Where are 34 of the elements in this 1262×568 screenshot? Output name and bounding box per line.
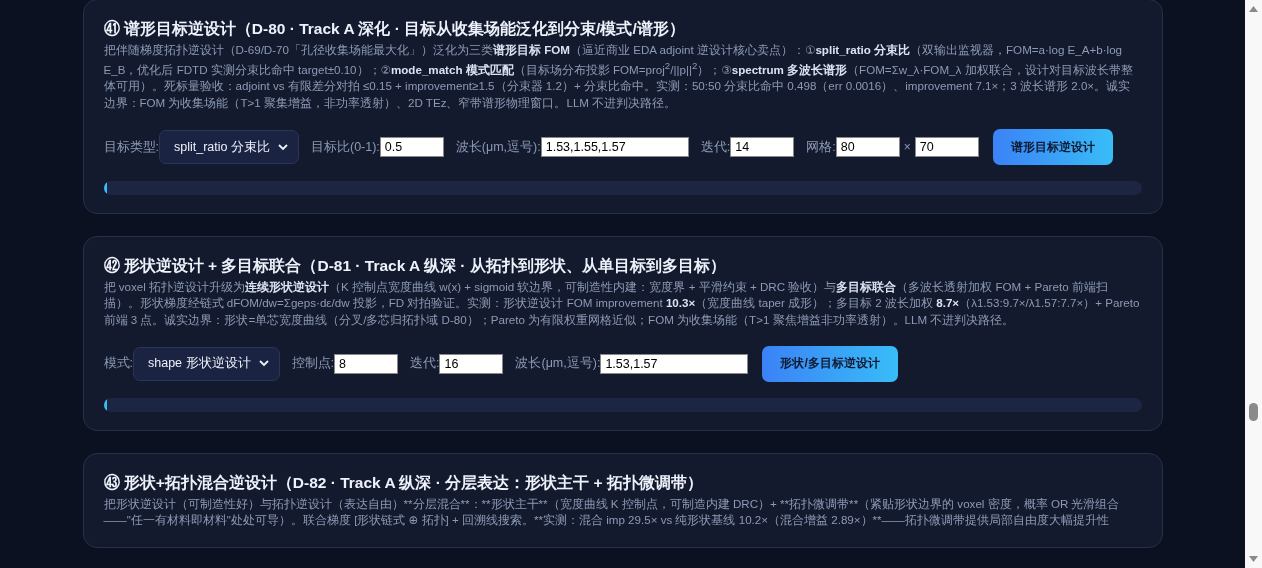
field-label: 波长(μm,逗号): (455, 138, 541, 156)
section-title: ㊷ 形状逆设计 + 多目标联合（D-81 · Track A 纵深 · 从拓扑到形状、从单目标到多目标） (103, 255, 727, 277)
input-field[interactable]: 16 (439, 353, 504, 374)
input-field[interactable]: 1.53,1.55,1.57 (540, 137, 689, 158)
section-title: ㊸ 形状+拓扑混合逆设计（D-82 · Track A 纵深 · 分层表达：形状主干 + 拓扑微调带） (103, 472, 704, 493)
run-button[interactable]: 形状/多目标逆设计 (762, 345, 898, 382)
field-label: 迭代: (700, 138, 731, 156)
section-title: ㊶ 谱形目标逆设计（D-80 · Track A 深化 · 目标从收集场能泛化到分束/模式/谱形） (103, 18, 686, 39)
input-field[interactable]: 80 (835, 137, 900, 158)
scroll-up-icon[interactable] (1249, 6, 1258, 12)
field-label: 目标类型: (103, 138, 159, 156)
section-description: 把 voxel 拓扑逆设计升级为连续形状逆设计（K 控制点宽度曲线 w(x) + sigmoid 软边界，可制造性内建：宽度界 + 平滑约束 + DRC 验收）与多目标联合（多波长透射加权 FOM + Pareto 前端扫描）。形状梯度经链式 dFOM/dw=Σgeps·dε/dw 投影，FD 对拍验证。实测：形状逆设计 FOM improvement 10.3×（宽度曲线 taper 成形）；多目标 2 波长加权 8.7×（λ1.53:9.7×/λ1.57:7.7×）+ Pareto 前端 3 点。诚实边界：形状=单芯宽度曲线（分叉/多芯归拓扑域 D-80）；Pareto 为有限权重网格近似；FOM 为收集场能（T>1 聚焦增益非功率透射）。LLM 不进判决路径。 (103, 279, 1141, 328)
chevron-down-icon (258, 360, 269, 368)
type-select[interactable]: split_ratio 分束比 (159, 130, 299, 165)
field-label: 控制点: (291, 355, 334, 373)
chevron-down-icon (277, 143, 288, 151)
times-sign: × (903, 140, 911, 155)
scrollbar[interactable] (1245, 0, 1262, 568)
run-button[interactable]: 谱形目标逆设计 (992, 129, 1113, 166)
field-label: 迭代: (410, 355, 440, 373)
field-label: 目标比(0-1): (310, 138, 380, 156)
input-field[interactable]: 8 (334, 353, 398, 374)
section-description: 把伴随梯度拓扑逆设计（D-69/D-70「孔径收集场能最大化」）泛化为三类谱形目标 FOM（逼近商业 EDA adjoint 逆设计核心卖点）：①split_ratio 分束比（双输出监视器，FOM=a·log E_A+b·log E_B，优化后 FDTD 实测分束比命中 target±0.10）；②mode_match 模式匹配（目标场分布投影 FOM=proj$^{2}$/||p||$^{2}$）；③spectrum 多波长谱形（FOM=Σw_λ·FOM_λ 加权联合，设计对目标波长带整体可用）。死标量验收：adjoint vs 有限差分对拍 ≤0.15 + improvement≥1.5（分束器 1.2）+ 分束比命中。实测：50:50 分束比命中 0.498（err 0.0016）、improvement 7.1×；3 波长谱形 2.0×。诚实边界：FOM 为收集场能（T>1 聚集增益，非功率透射）、2D TEz、窄带谱形物理窗口。LLM 不进判决路径。 (103, 42, 1134, 111)
input-field[interactable]: 0.5 (379, 137, 444, 158)
input-field[interactable]: 1.53,1.57 (600, 353, 749, 374)
input-field[interactable]: 14 (730, 137, 795, 158)
section-description: 把形状逆设计（可制造性好）与拓扑逆设计（表达自由）**分层混合**：**形状主干**（宽度曲线 K 控制点，可制造内建 DRC）+ **拓扑微调带**（紧贴形状边界的 voxel 密度，概率 OR 光滑组合——"任一有材料即材料"处处可导）。联合梯度 [形状链式 ⊕ 拓扑] + 回溯线搜索。**实测：混合 imp 29.5× vs 纯形状基线 10.2×（混合增益 2.89×）**——拓扑微调带提供局部自由度大幅提升性 (103, 495, 1121, 529)
type-select[interactable]: shape 形状逆设计 (133, 346, 280, 381)
field-label: 波长(μm,逗号): (515, 355, 601, 373)
field-label: 网格: (806, 138, 836, 156)
input-field[interactable]: 70 (914, 137, 979, 158)
scroll-down-icon[interactable] (1249, 556, 1258, 562)
scroll-thumb[interactable] (1249, 403, 1258, 421)
field-label: 模式: (103, 355, 133, 373)
